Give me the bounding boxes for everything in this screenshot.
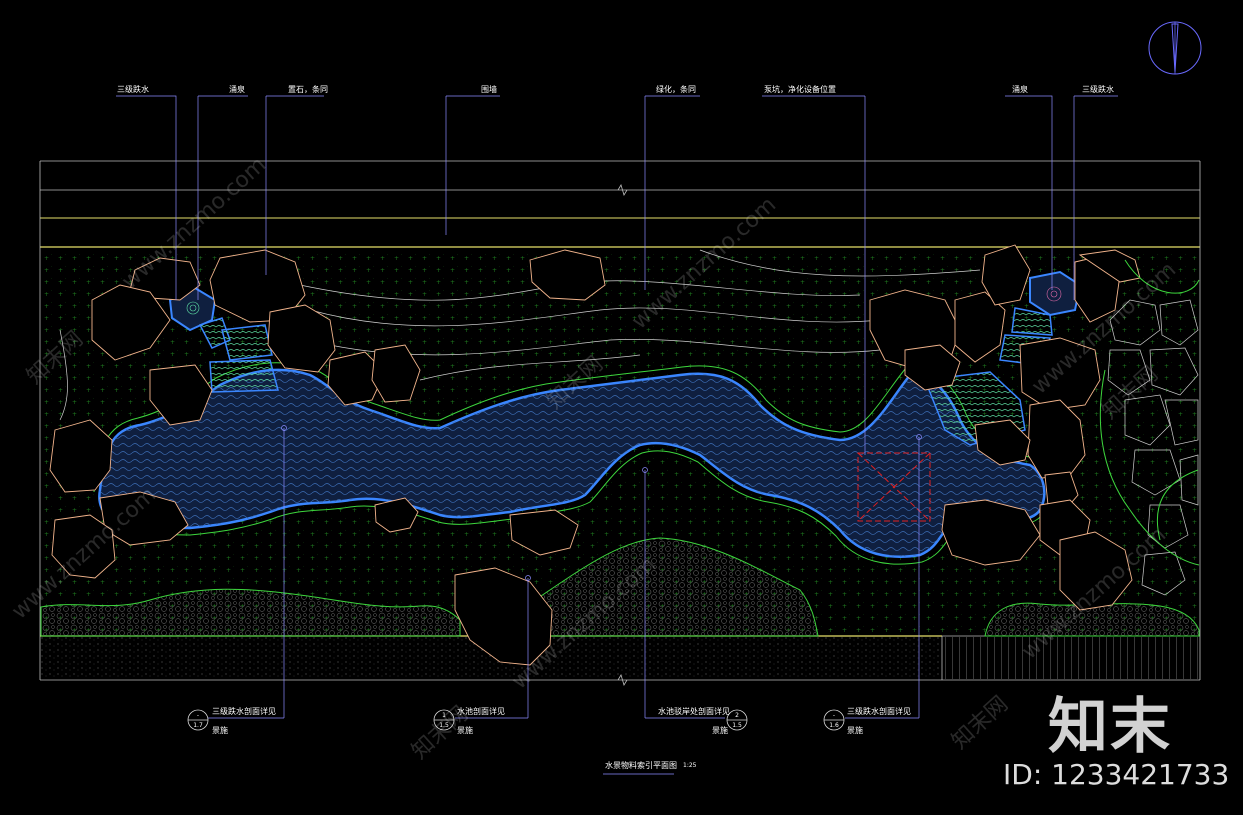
callout-pump: 泵坑，净化设备位置 (764, 84, 836, 94)
watermark-logo: 知末 (1048, 692, 1172, 762)
bubble-3-number: 2 (735, 712, 739, 719)
bottom-callout-3-text: 水池驳岸处剖面详见 (658, 706, 730, 716)
bubble-4-sheet: 1.6 (829, 722, 839, 729)
bubble-1-number: - (197, 712, 199, 719)
section-bubble-4: - 1.6 (823, 709, 845, 731)
north-arrow-icon (1148, 21, 1202, 75)
callout-cascade-left: 三级跌水 (117, 84, 149, 94)
callout-cascade-right: 三级跌水 (1082, 84, 1114, 94)
section-bubble-1: - 1.7 (187, 709, 209, 731)
drawing-scale: 1:25 (683, 762, 697, 769)
bottom-callout-1-sub: 景施 (212, 725, 228, 735)
bubble-4-number: - (833, 712, 835, 719)
callout-spring-left: 涌泉 (229, 84, 245, 94)
callout-wall: 围墙 (481, 84, 497, 94)
watermark-id: ID: 1233421733 (1003, 758, 1230, 791)
callout-spring-right: 涌泉 (1012, 84, 1028, 94)
bubble-3-sheet: 1.5 (732, 722, 742, 729)
callout-green: 绿化，条同 (656, 84, 696, 94)
watermark-brand-5: 知末网 (947, 692, 1013, 755)
callout-stone-left: 置石，条同 (288, 84, 328, 94)
bottom-callout-4-sub: 景施 (847, 725, 863, 735)
drawing-title: 水景物料索引平面图 (605, 760, 677, 770)
bottom-callout-3-sub: 景施 (712, 725, 728, 735)
section-bubble-3: 2 1.5 (726, 709, 748, 731)
bottom-callout-4-text: 三级跌水剖面详见 (847, 706, 911, 716)
bottom-callout-1-text: 三级跌水剖面详见 (212, 706, 276, 716)
bubble-1-sheet: 1.7 (193, 722, 203, 729)
boardwalk (942, 637, 1199, 679)
